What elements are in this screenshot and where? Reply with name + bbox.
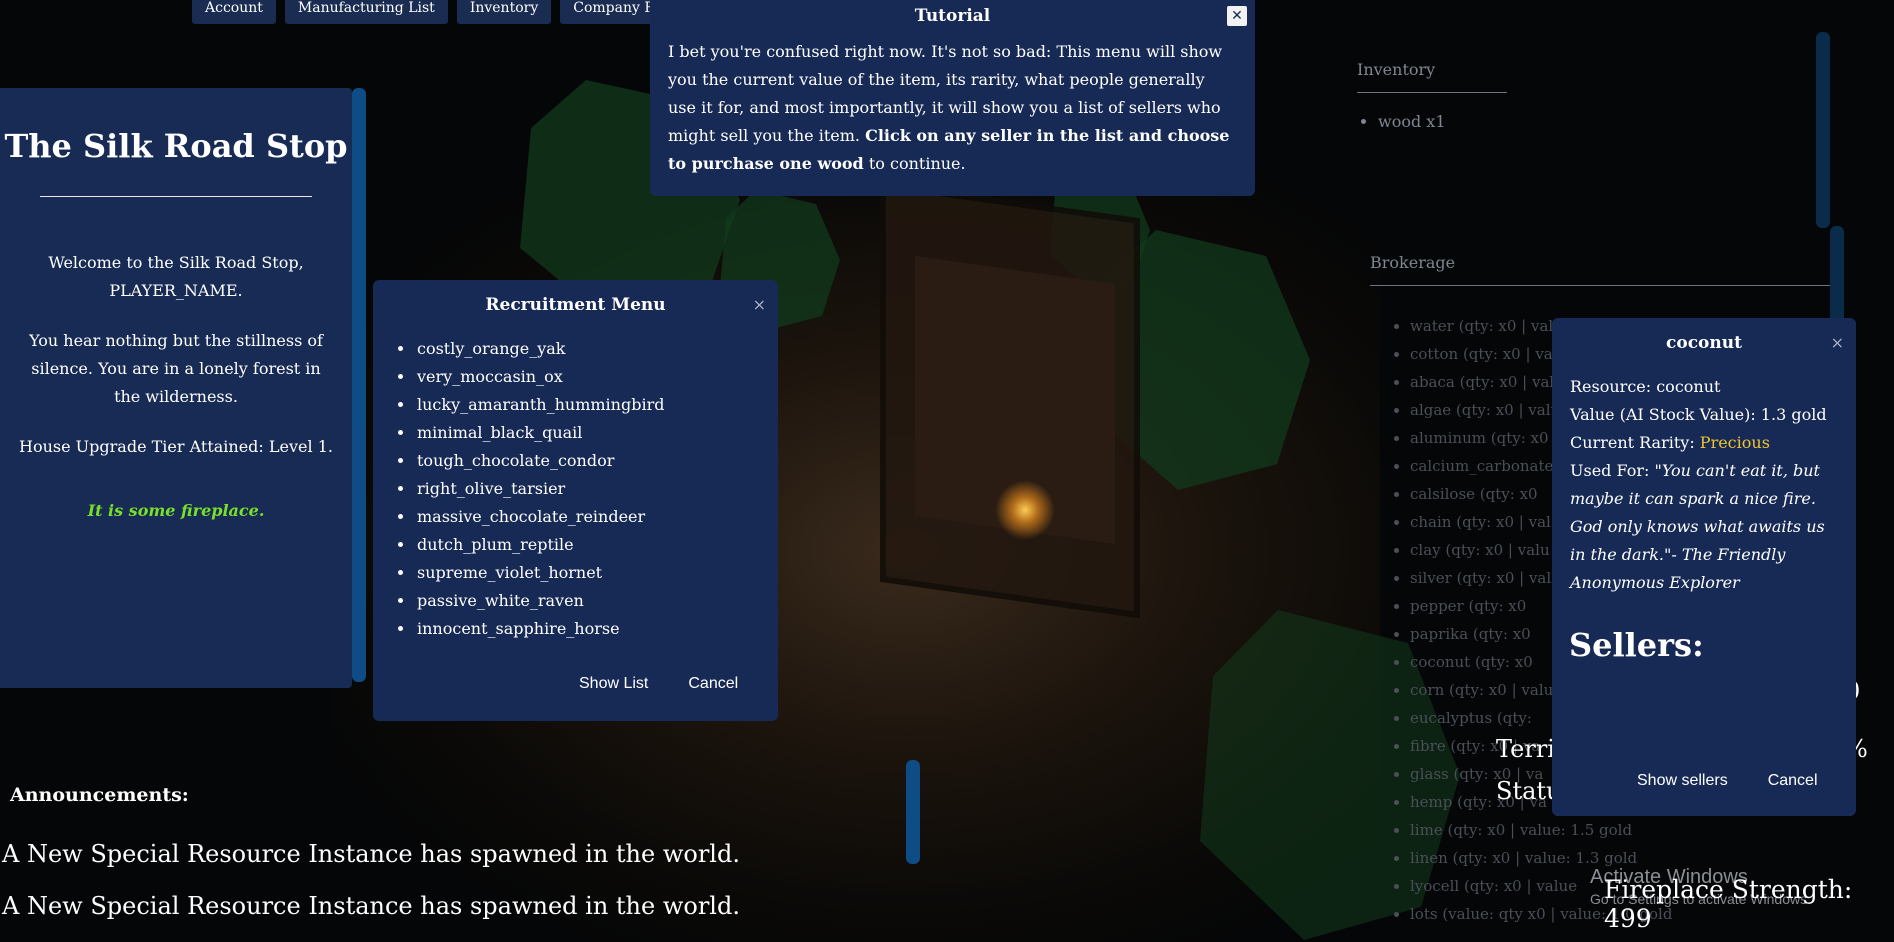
title-divider (40, 196, 312, 197)
tutorial-tail: to continue. (868, 154, 966, 173)
item-details: Resource: coconut Value (AI Stock Value)… (1570, 373, 1838, 597)
tutorial-text: I bet you're confused right now. It's no… (668, 38, 1237, 178)
inventory-scrollbar[interactable] (1816, 32, 1830, 228)
announcements-scrollbar[interactable] (906, 760, 920, 864)
recruitment-title: Recruitment Menu (485, 295, 666, 315)
brokerage-title: Brokerage (1370, 253, 1456, 272)
recruit-item[interactable]: tough_chocolate_condor (415, 447, 778, 475)
recruit-item[interactable]: supreme_violet_hornet (415, 559, 778, 587)
recruitment-menu: Recruitment Menu × costly_orange_yak ver… (373, 280, 778, 721)
item-title: coconut (1666, 333, 1742, 353)
inventory-list: wood x1 (1378, 112, 1446, 131)
tutorial-panel: Tutorial ✕ I bet you're confused right n… (650, 0, 1255, 196)
brokerage-scrollbar[interactable] (1830, 226, 1844, 322)
recruit-item[interactable]: passive_white_raven (415, 587, 778, 615)
hud-territory: Terri (1496, 735, 1555, 763)
fireplace-strength: Fireplace Strength: 499 (1604, 875, 1853, 933)
announcement-item: A New Special Resource Instance has spaw… (2, 892, 740, 920)
recruit-item[interactable]: right_olive_tarsier (415, 475, 778, 503)
welcome-text: Welcome to the Silk Road Stop, PLAYER_NA… (48, 253, 304, 300)
rarity-value: Precious (1699, 433, 1770, 452)
recruit-item[interactable]: very_moccasin_ox (415, 363, 778, 391)
item-button-row: Show sellers Cancel (1637, 772, 1818, 790)
item-value: Value (AI Stock Value): 1.3 gold (1570, 405, 1827, 424)
location-title: The Silk Road Stop (4, 127, 348, 165)
inventory-title: Inventory (1357, 60, 1436, 79)
top-nav: Account Manufacturing List Inventory Com… (192, 0, 713, 24)
recruit-item[interactable]: costly_orange_yak (415, 335, 778, 363)
location-info-panel: The Silk Road Stop Welcome to the Silk R… (0, 88, 352, 688)
recruit-item[interactable]: minimal_black_quail (415, 419, 778, 447)
item-resource: Resource: coconut (1570, 377, 1721, 396)
recruit-button-row: Show List Cancel (579, 675, 738, 693)
location-description: You hear nothing but the stillness of si… (29, 331, 323, 406)
item-detail-panel: coconut × Resource: coconut Value (AI St… (1552, 318, 1856, 816)
show-list-button[interactable]: Show List (579, 675, 648, 693)
cancel-button[interactable]: Cancel (688, 675, 738, 693)
house-tier-text: House Upgrade Tier Attained: Level 1. (19, 437, 333, 456)
show-sellers-button[interactable]: Show sellers (1637, 772, 1728, 790)
inventory-divider (1357, 92, 1507, 93)
recruit-item[interactable]: innocent_sapphire_horse (415, 615, 778, 643)
used-for-text: "You can't eat it, but maybe it can spar… (1570, 461, 1825, 592)
brokerage-item[interactable]: lime (qty: x0 | value: 1.5 gold (1410, 816, 1672, 844)
flavor-text: It is some fireplace. (87, 501, 265, 520)
item-rarity-row: Current Rarity: Precious (1570, 429, 1838, 457)
fireplace-glow (995, 480, 1055, 540)
recruit-item[interactable]: dutch_plum_reptile (415, 531, 778, 559)
cancel-button[interactable]: Cancel (1768, 772, 1818, 790)
recruit-item[interactable]: massive_chocolate_reindeer (415, 503, 778, 531)
tutorial-title: Tutorial (914, 6, 991, 26)
nav-account-button[interactable]: Account (192, 0, 276, 24)
rarity-label: Current Rarity: (1570, 433, 1700, 452)
announcement-item: A New Special Resource Instance has spaw… (2, 840, 740, 868)
used-label: Used For: (1570, 461, 1655, 480)
sellers-heading: Sellers: (1569, 626, 1704, 664)
close-icon[interactable]: ✕ (1227, 6, 1247, 26)
recruit-list: costly_orange_yak very_moccasin_ox lucky… (415, 335, 778, 643)
item-used-for: Used For: "You can't eat it, but maybe i… (1570, 457, 1838, 597)
nav-manufacturing-list-button[interactable]: Manufacturing List (284, 0, 448, 24)
brokerage-divider (1370, 285, 1830, 286)
close-icon[interactable]: × (753, 295, 766, 314)
info-panel-scrollbar[interactable] (352, 88, 366, 682)
close-icon[interactable]: × (1831, 333, 1844, 352)
announcements-title: Announcements: (10, 784, 189, 806)
recruit-item[interactable]: lucky_amaranth_hummingbird (415, 391, 778, 419)
nav-inventory-button[interactable]: Inventory (456, 0, 552, 24)
inventory-item[interactable]: wood x1 (1378, 112, 1446, 131)
